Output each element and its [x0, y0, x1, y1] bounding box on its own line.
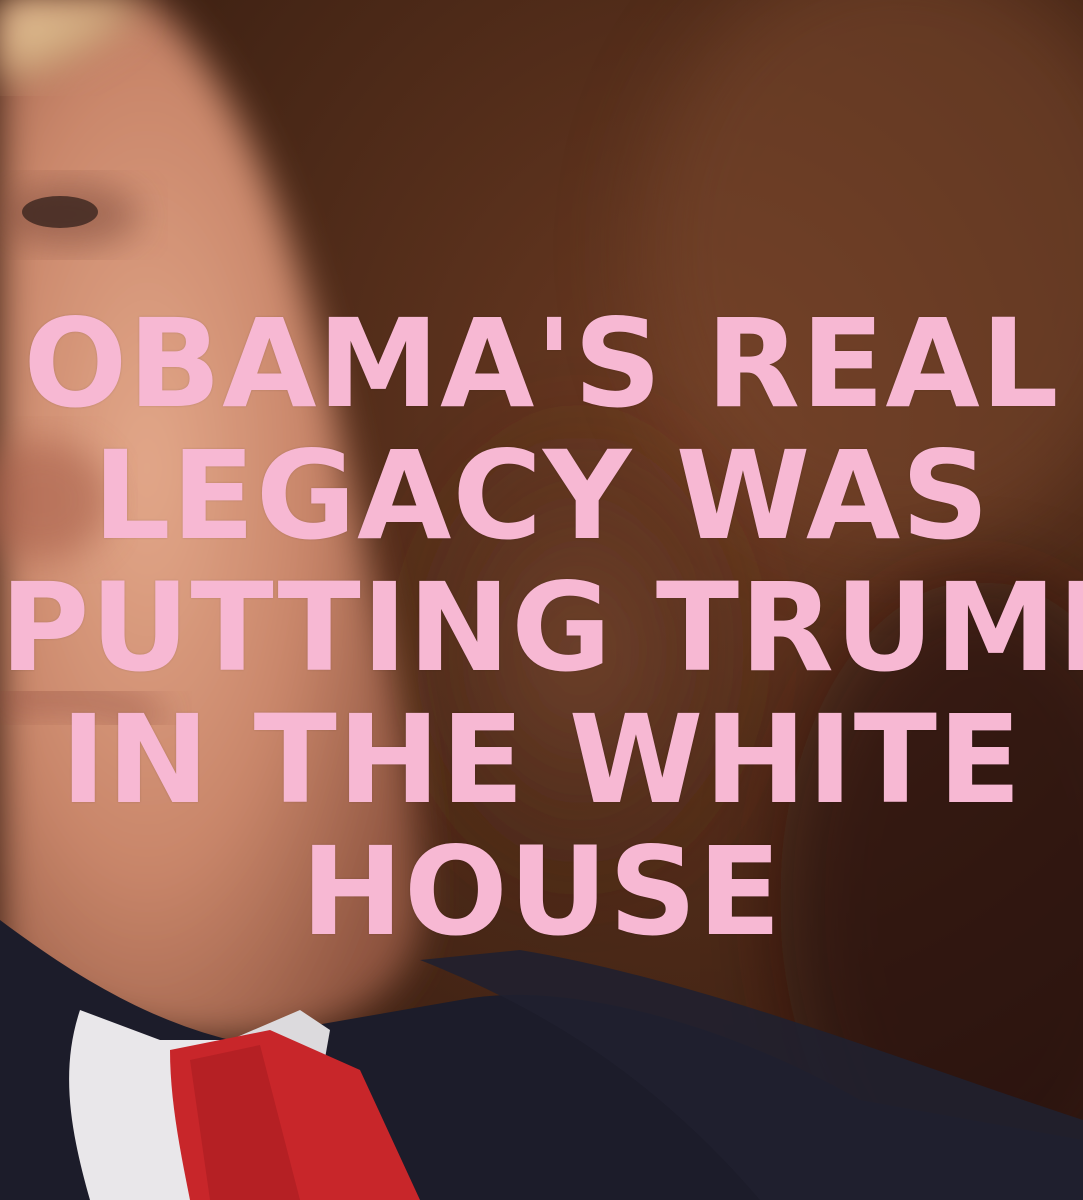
- caption-line-4: IN THE WHITE: [60, 689, 1023, 831]
- caption-line-5: HOUSE: [300, 821, 783, 963]
- caption-line-2: LEGACY WAS: [92, 425, 991, 567]
- meme-caption: OBAMA'S REAL LEGACY WAS PUTTING TRUMP IN…: [0, 298, 1083, 958]
- caption-line-3: PUTTING TRUMP: [0, 557, 1083, 699]
- caption-line-1: OBAMA'S REAL: [23, 293, 1060, 435]
- meme-image: OBAMA'S REAL LEGACY WAS PUTTING TRUMP IN…: [0, 0, 1083, 1200]
